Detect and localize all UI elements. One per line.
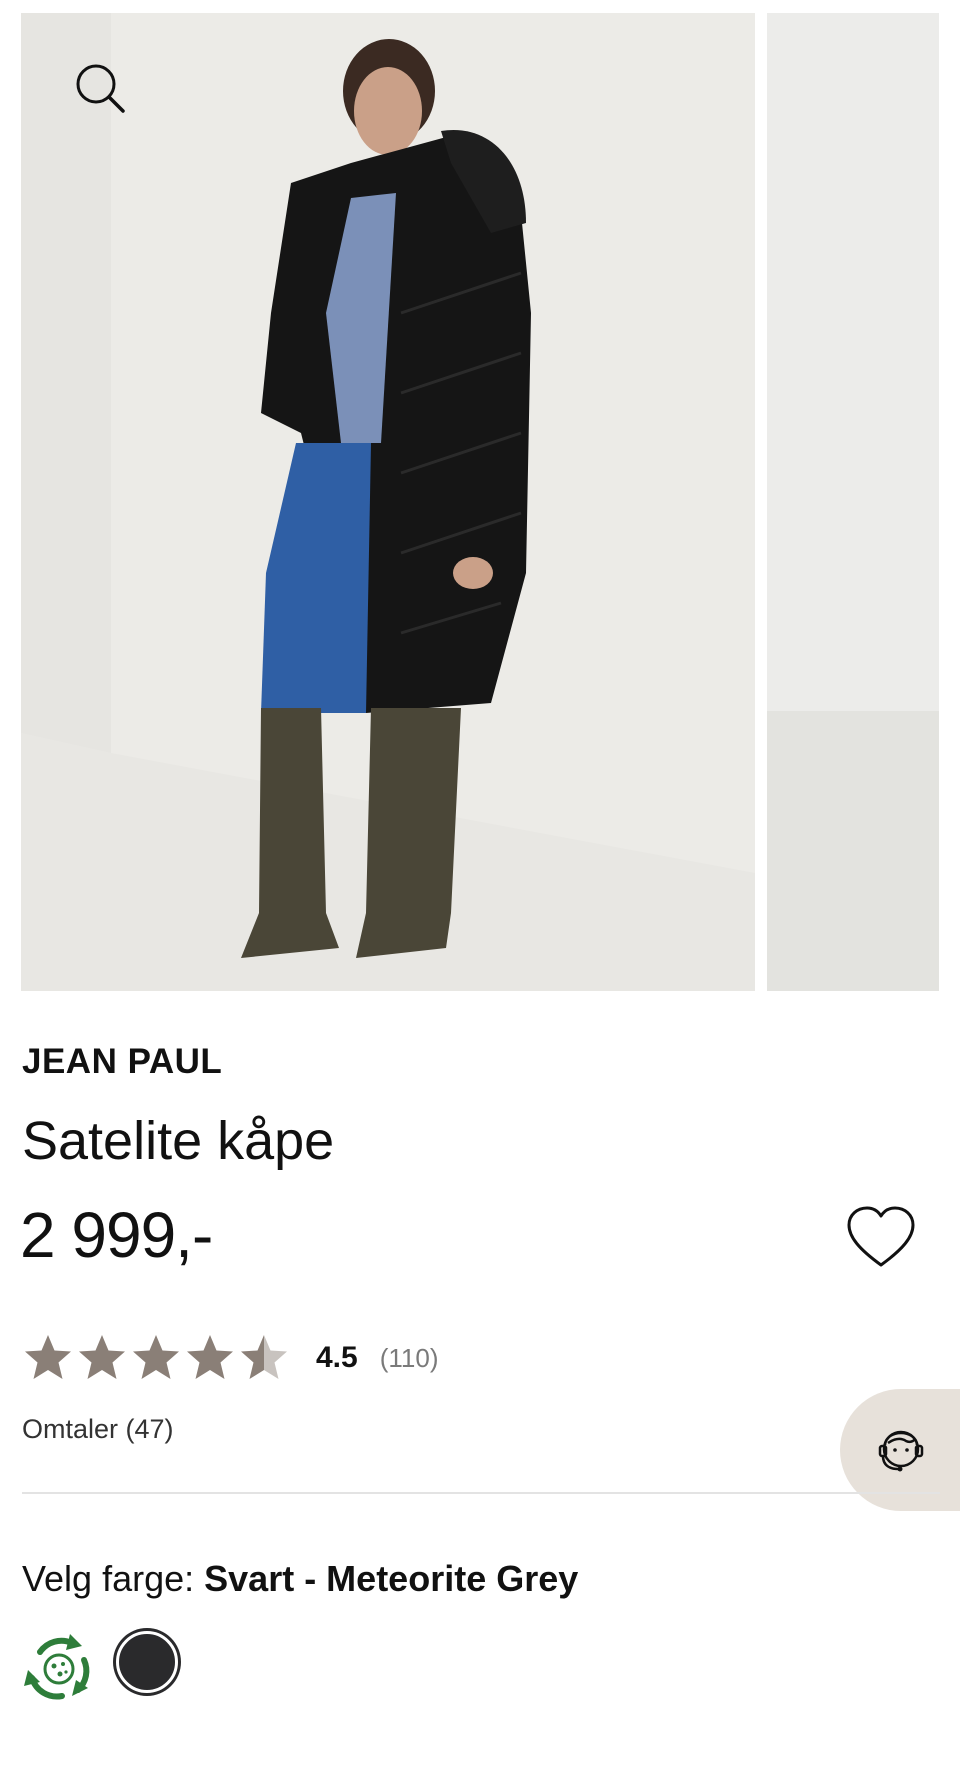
star-icon <box>25 1335 71 1379</box>
star-icon <box>133 1335 179 1379</box>
star-icon <box>241 1335 287 1379</box>
product-photo <box>21 13 755 991</box>
search-icon <box>76 64 125 113</box>
section-divider <box>22 1492 940 1494</box>
rating-count: (110) <box>379 1342 439 1373</box>
reviews-link[interactable]: Omtaler (47) <box>22 1414 174 1445</box>
product-image-main[interactable] <box>21 13 755 991</box>
color-selection-label: Velg farge: Svart - Meteorite Grey <box>22 1558 578 1600</box>
product-image-gallery[interactable] <box>0 0 960 1000</box>
color-swatch-black[interactable] <box>116 1631 178 1693</box>
rating-stars <box>22 1332 290 1384</box>
product-image-next[interactable] <box>767 13 939 991</box>
product-title: Satelite kåpe <box>22 1111 335 1171</box>
recycle-icon <box>24 1634 90 1700</box>
heart-icon <box>847 1206 915 1267</box>
star-icon <box>187 1335 233 1379</box>
customer-support-icon <box>878 1430 924 1472</box>
search-button[interactable] <box>71 59 129 117</box>
product-price: 2 999,- <box>20 1199 213 1271</box>
photo-floor <box>767 711 939 991</box>
product-brand[interactable]: JEAN PAUL <box>22 1042 222 1082</box>
star-icon <box>79 1335 125 1379</box>
add-to-favorites-button[interactable] <box>845 1205 917 1271</box>
color-swatches <box>20 1630 178 1708</box>
selected-color-name: Svart - Meteorite Grey <box>204 1558 579 1599</box>
product-rating[interactable]: 4.5 (110) <box>22 1330 439 1386</box>
rating-value: 4.5 <box>316 1341 358 1374</box>
color-label-prefix: Velg farge: <box>22 1558 195 1599</box>
